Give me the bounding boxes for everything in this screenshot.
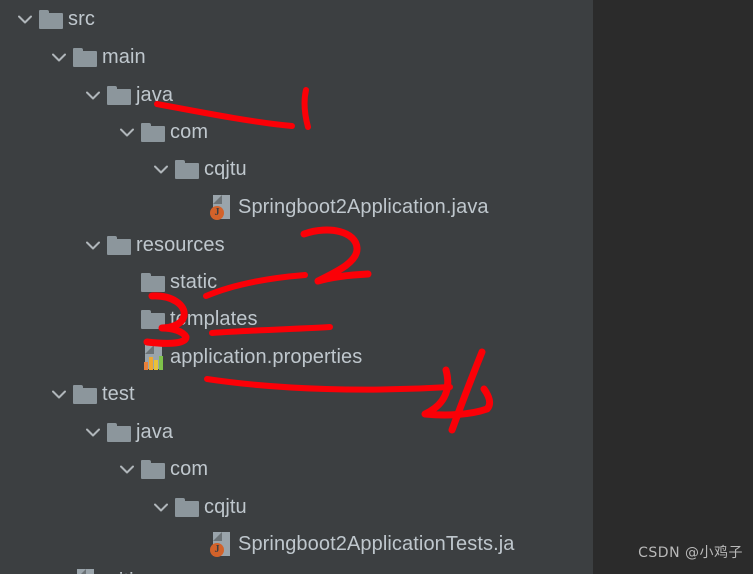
folder-icon bbox=[138, 300, 168, 338]
chevron-down-icon[interactable] bbox=[150, 488, 172, 526]
chevron-down-icon[interactable] bbox=[82, 413, 104, 451]
properties-file-icon bbox=[138, 338, 168, 376]
screen: src main java com cqjtu J Springboot2Applicati… bbox=[0, 0, 753, 574]
tree-node-label: cqjtu bbox=[204, 495, 247, 518]
tree-row[interactable]: .gitignore bbox=[0, 562, 185, 574]
tree-node-label: com bbox=[170, 457, 209, 480]
folder-icon bbox=[104, 76, 134, 114]
tree-row[interactable]: J Springboot2ApplicationTests.ja bbox=[0, 525, 515, 563]
tree-node-label: .gitignore bbox=[100, 570, 185, 574]
chevron-down-icon[interactable] bbox=[48, 38, 70, 76]
chevron-down-icon[interactable] bbox=[150, 150, 172, 188]
chevron-down-icon[interactable] bbox=[116, 450, 138, 488]
tree-row[interactable]: cqjtu bbox=[0, 488, 247, 526]
folder-icon bbox=[172, 488, 202, 526]
tree-row[interactable]: test bbox=[0, 375, 135, 413]
project-tree-panel[interactable]: src main java com cqjtu J Springboot2Applicati… bbox=[0, 0, 593, 574]
generic-file-icon bbox=[70, 562, 100, 574]
tree-row[interactable]: cqjtu bbox=[0, 150, 247, 188]
tree-row[interactable]: main bbox=[0, 38, 146, 76]
tree-node-label: Springboot2ApplicationTests.ja bbox=[238, 532, 515, 555]
tree-row[interactable]: com bbox=[0, 113, 208, 151]
tree-node-label: templates bbox=[170, 307, 258, 330]
folder-icon bbox=[138, 113, 168, 151]
java-file-icon: J bbox=[206, 188, 236, 226]
java-file-icon: J bbox=[206, 525, 236, 563]
tree-row[interactable]: application.properties bbox=[0, 338, 362, 376]
chevron-down-icon[interactable] bbox=[116, 113, 138, 151]
chevron-down-icon[interactable] bbox=[82, 226, 104, 264]
tree-node-label: java bbox=[136, 83, 174, 106]
folder-icon bbox=[36, 0, 66, 38]
tree-node-label: java bbox=[136, 420, 174, 443]
editor-area bbox=[593, 0, 753, 574]
tree-row[interactable]: static bbox=[0, 263, 217, 301]
tree-row[interactable]: src bbox=[0, 0, 95, 38]
tree-node-label: main bbox=[102, 45, 146, 68]
chevron-down-icon[interactable] bbox=[82, 76, 104, 114]
tree-row[interactable]: com bbox=[0, 450, 208, 488]
folder-icon bbox=[138, 450, 168, 488]
chevron-down-icon[interactable] bbox=[48, 375, 70, 413]
folder-icon bbox=[70, 38, 100, 76]
folder-icon bbox=[104, 226, 134, 264]
folder-icon bbox=[172, 150, 202, 188]
chevron-down-icon[interactable] bbox=[14, 0, 36, 38]
tree-node-label: static bbox=[170, 270, 218, 293]
tree-node-label: cqjtu bbox=[204, 157, 247, 180]
csdn-watermark: CSDN @小鸡子 bbox=[638, 545, 743, 561]
folder-icon bbox=[138, 263, 168, 301]
tree-node-label: application.properties bbox=[170, 345, 363, 368]
tree-node-label: test bbox=[102, 382, 135, 405]
tree-row[interactable]: java bbox=[0, 76, 173, 114]
tree-row[interactable]: J Springboot2Application.java bbox=[0, 188, 489, 226]
tree-node-label: src bbox=[68, 7, 95, 30]
folder-icon bbox=[104, 413, 134, 451]
tree-node-label: resources bbox=[136, 233, 225, 256]
tree-node-label: com bbox=[170, 120, 209, 143]
folder-icon bbox=[70, 375, 100, 413]
tree-node-label: Springboot2Application.java bbox=[238, 195, 489, 218]
tree-row[interactable]: java bbox=[0, 413, 173, 451]
tree-row[interactable]: templates bbox=[0, 300, 258, 338]
tree-row[interactable]: resources bbox=[0, 226, 225, 264]
